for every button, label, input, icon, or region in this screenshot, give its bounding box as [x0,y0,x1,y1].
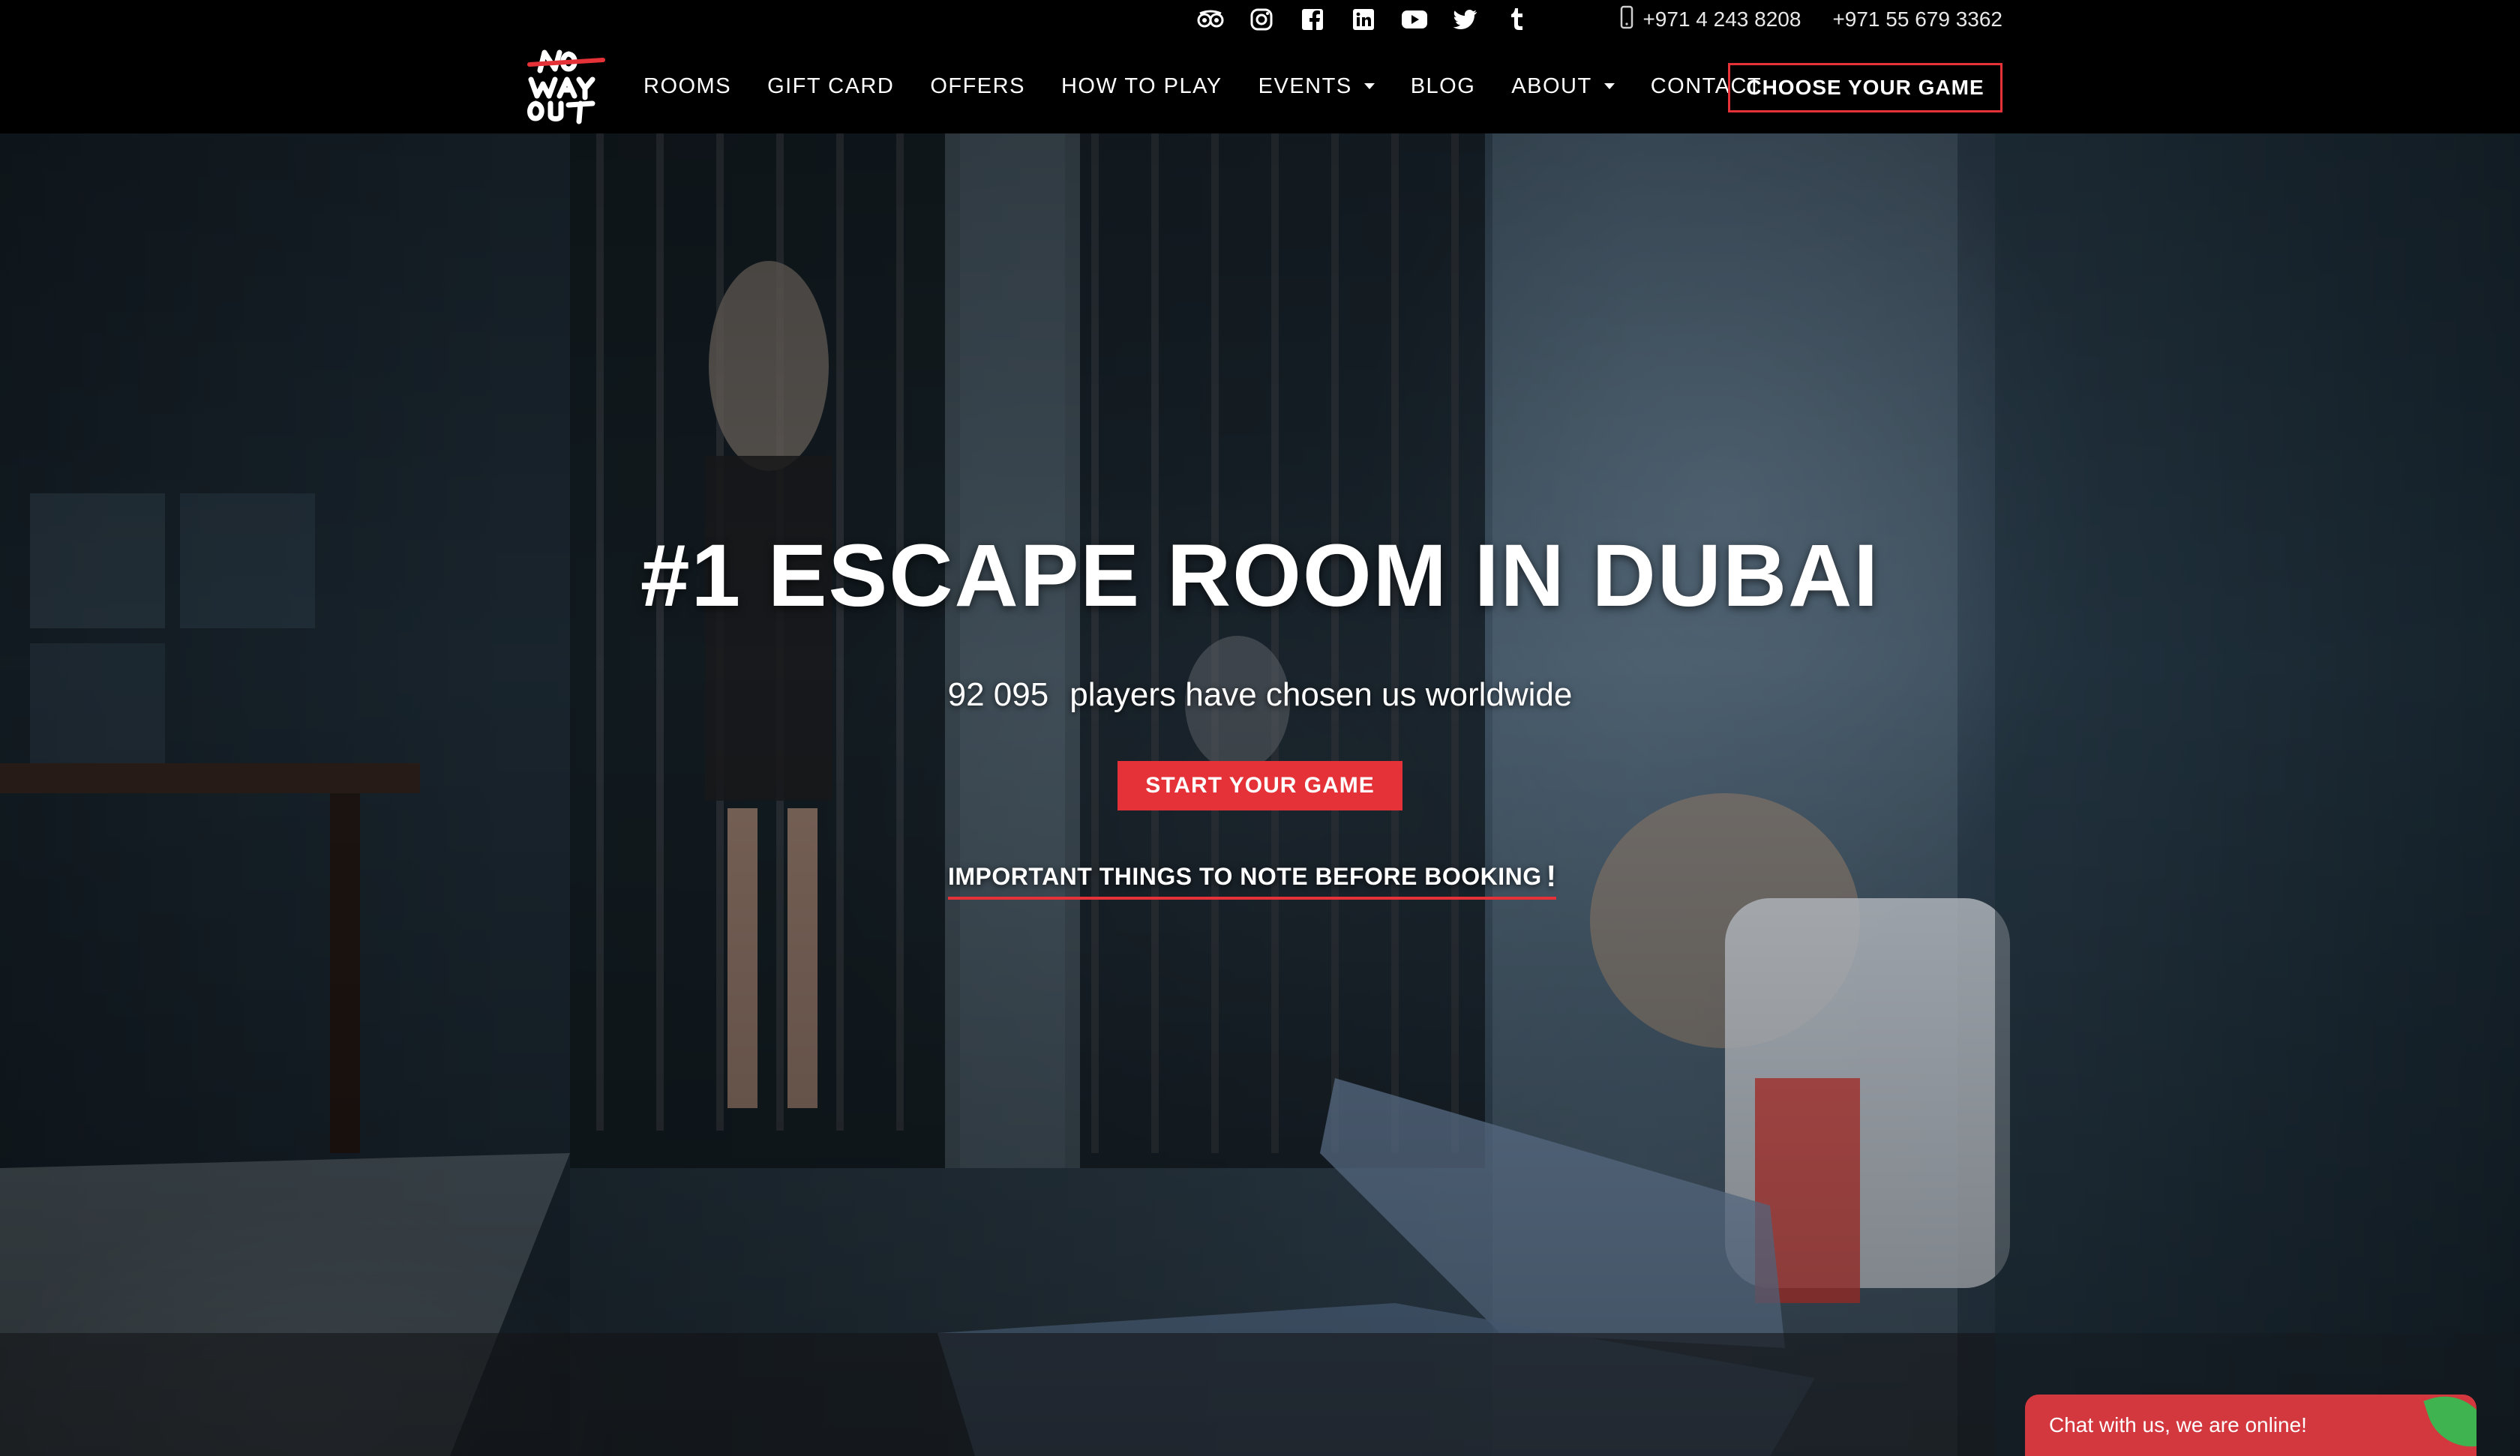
youtube-icon[interactable] [1401,6,1428,33]
start-your-game-button[interactable]: START YOUR GAME [1118,761,1402,810]
nav-menu: ROOMS GIFT CARD OFFERS HOW TO PLAY EVENT… [644,39,1762,133]
phone-2-text[interactable]: +971 55 679 3362 [1832,7,2002,31]
chat-widget-button[interactable]: Chat with us, we are online! [2025,1395,2476,1456]
instagram-icon[interactable] [1248,6,1275,33]
page: +971 4 243 8208 +971 55 679 3362 ROOMS G… [0,0,2520,1456]
main-navigation: ROOMS GIFT CARD OFFERS HOW TO PLAY EVENT… [0,39,2520,133]
twitter-icon[interactable] [1452,6,1479,33]
nav-item-label[interactable]: BLOG [1411,74,1476,99]
nav-item-events[interactable]: EVENTS [1258,74,1375,99]
hero-title: #1 ESCAPE ROOM IN DUBAI [640,526,1880,625]
nav-item-label[interactable]: ABOUT [1511,74,1592,99]
hero-subtitle: 92 095 players have chosen us worldwide [0,676,2520,714]
choose-your-game-button[interactable]: CHOOSE YOUR GAME [1728,63,2002,112]
phone-1-text[interactable]: +971 4 243 8208 [1642,7,1801,31]
booking-notes-link[interactable]: IMPORTANT THINGS TO NOTE BEFORE BOOKING! [948,859,1557,900]
phone-1[interactable]: +971 4 243 8208 [1620,5,1801,34]
nav-item-label[interactable]: EVENTS [1258,74,1352,99]
nav-item-gift-card[interactable]: GIFT CARD [767,74,894,99]
caret-down-icon [1364,83,1375,89]
facebook-icon[interactable] [1299,6,1326,33]
player-count: 92 095 [947,676,1049,713]
phone-numbers: +971 4 243 8208 +971 55 679 3362 [1620,5,2002,34]
nav-item-offers[interactable]: OFFERS [930,74,1025,99]
leaf-icon [2423,1395,2476,1456]
mobile-phone-icon [1620,5,1634,34]
nav-item-about[interactable]: ABOUT [1511,74,1615,99]
exclamation-mark: ! [1546,859,1557,893]
top-bar: +971 4 243 8208 +971 55 679 3362 [0,0,2520,39]
booking-notes-link-text[interactable]: IMPORTANT THINGS TO NOTE BEFORE BOOKING [948,863,1542,891]
site-logo[interactable] [525,46,608,127]
caret-down-icon [1604,83,1615,89]
nav-item-label[interactable]: ROOMS [644,74,731,99]
tripadvisor-icon[interactable] [1197,6,1224,33]
nav-item-label[interactable]: OFFERS [930,74,1025,99]
nav-item-blog[interactable]: BLOG [1411,74,1476,99]
nav-item-label[interactable]: GIFT CARD [767,74,894,99]
tumblr-icon[interactable] [1503,6,1530,33]
nav-item-rooms[interactable]: ROOMS [644,74,731,99]
nav-item-how-to-play[interactable]: HOW TO PLAY [1061,74,1222,99]
social-links [1197,6,1530,33]
chat-widget-label[interactable]: Chat with us, we are online! [2049,1413,2307,1437]
nav-item-label[interactable]: HOW TO PLAY [1061,74,1222,99]
hero-subtitle-text: players have chosen us worldwide [1070,676,1573,713]
linkedin-icon[interactable] [1350,6,1377,33]
